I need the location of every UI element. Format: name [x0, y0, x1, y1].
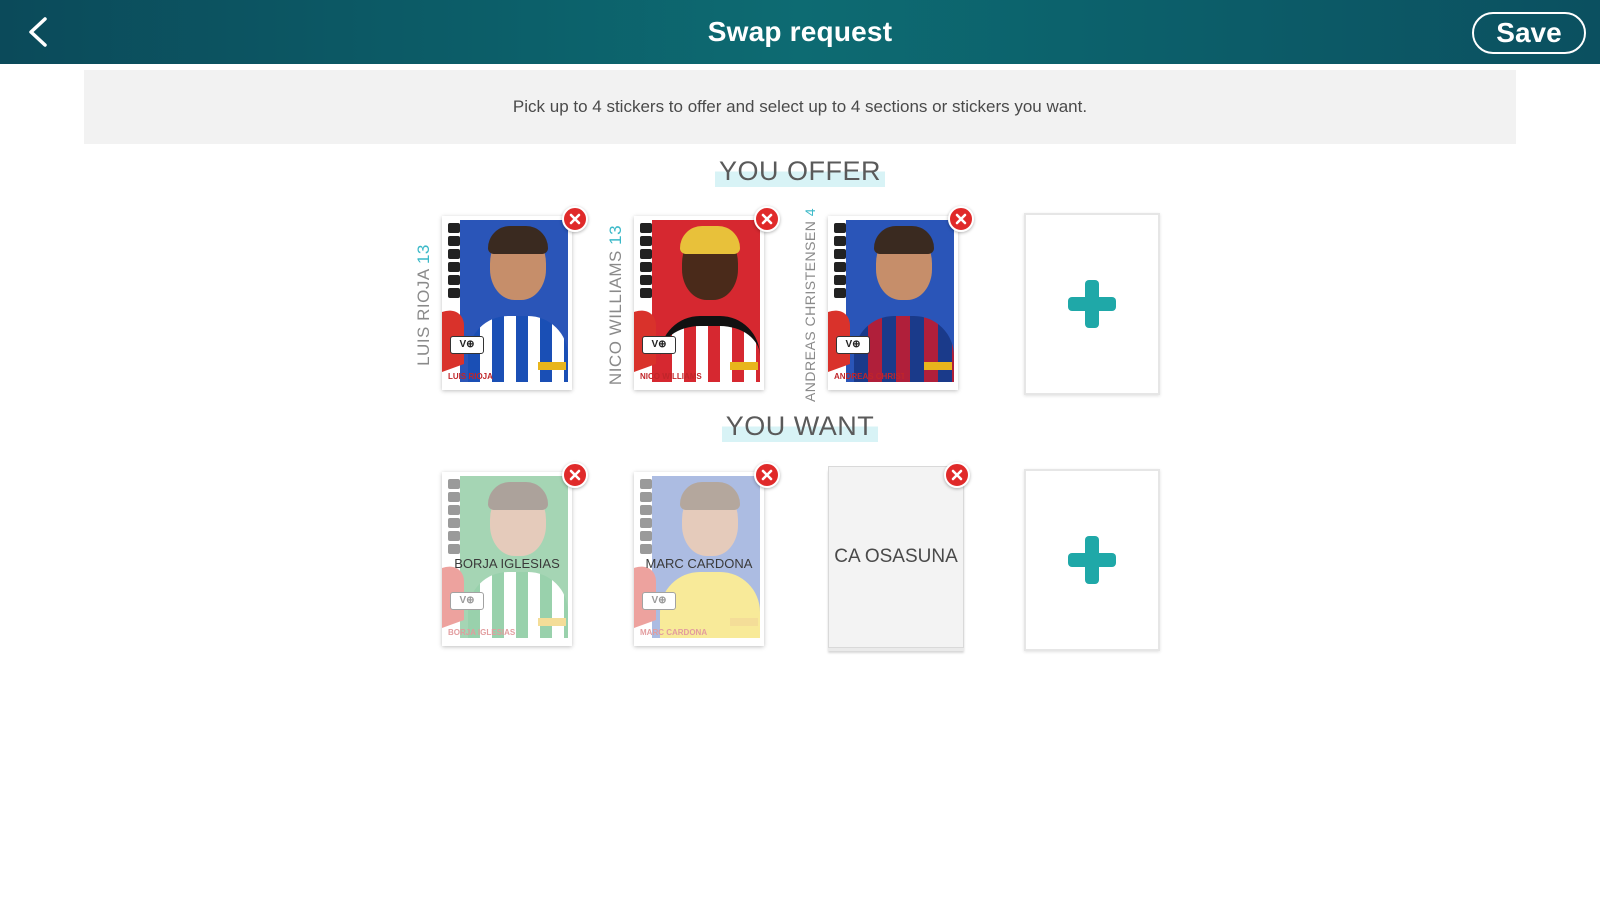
want-section-heading: YOU WANT	[0, 411, 1600, 442]
want-section-slot[interactable]: CA OSASUNA	[828, 462, 970, 648]
sticker-badge	[730, 618, 758, 626]
close-icon	[951, 469, 963, 481]
remove-wanted-button[interactable]	[944, 462, 970, 488]
want-section-label: YOU WANT	[721, 411, 879, 442]
close-icon	[761, 469, 773, 481]
sticker-number: 4	[802, 207, 819, 217]
section-card[interactable]: CA OSASUNA	[828, 466, 964, 648]
sticker-nameplate: LUIS RIOJA	[448, 372, 493, 381]
remove-wanted-button[interactable]	[562, 462, 588, 488]
sticker-badge	[538, 362, 566, 370]
close-icon	[761, 213, 773, 225]
sticker-side-label: NICO WILLIAMS 13	[604, 220, 628, 390]
offer-section-label: YOU OFFER	[714, 156, 885, 187]
section-name: CA OSASUNA	[834, 546, 958, 567]
remove-sticker-button[interactable]	[562, 206, 588, 232]
sticker-nameplate: ANDREAS CHRISTENSEN	[834, 372, 904, 381]
sticker-nameplate: MARC CARDONA	[640, 628, 708, 637]
sticker-player-name: NICO WILLIAMS	[606, 250, 625, 386]
league-logo-icon: V⊕	[836, 336, 870, 354]
plus-icon	[1068, 536, 1116, 584]
sticker-card[interactable]: V⊕ MARC CARDONA MARC CARDONA	[634, 472, 764, 646]
wanted-sticker-name: BORJA IGLESIAS	[454, 556, 560, 571]
add-offer-sticker-button[interactable]	[1024, 213, 1160, 395]
top-app-bar: Swap request Save	[0, 0, 1600, 64]
sticker-badge	[538, 618, 566, 626]
sticker-number: 13	[606, 224, 625, 245]
sticker-card[interactable]: V⊕ LUIS RIOJA	[442, 216, 572, 390]
player-hair	[680, 226, 740, 254]
sticker-player-name: LUIS RIOJA	[414, 269, 434, 366]
save-button[interactable]: Save	[1472, 12, 1586, 54]
league-logo-icon: V⊕	[642, 336, 676, 354]
sticker-card[interactable]: V⊕ NICO WILLIAMS	[634, 216, 764, 390]
want-sticker-slot[interactable]: V⊕ BORJA IGLESIAS BORJA IGLESIAS	[442, 462, 588, 648]
back-button[interactable]	[18, 12, 58, 52]
sticker-player-name: ANDREAS CHRISTENSEN	[802, 220, 819, 403]
sticker-side-label: ANDREAS CHRISTENSEN 4	[798, 208, 822, 402]
close-icon	[569, 469, 581, 481]
league-logo-icon: V⊕	[450, 336, 484, 354]
player-hair	[874, 226, 934, 254]
offer-sticker-slot[interactable]: NICO WILLIAMS 13 V⊕ NICO WILLIAMS	[606, 206, 780, 392]
remove-sticker-button[interactable]	[948, 206, 974, 232]
instructions-text: Pick up to 4 stickers to offer and selec…	[512, 97, 1088, 116]
sticker-nameplate: BORJA IGLESIAS	[448, 628, 516, 637]
sticker-card[interactable]: V⊕ ANDREAS CHRISTENSEN	[828, 216, 958, 390]
offer-section-heading: YOU OFFER	[0, 156, 1600, 187]
sticker-nameplate: NICO WILLIAMS	[640, 372, 702, 381]
add-wanted-item-button[interactable]	[1024, 469, 1160, 651]
remove-wanted-button[interactable]	[754, 462, 780, 488]
league-logo-icon: V⊕	[450, 592, 484, 610]
wanted-sticker-name: MARC CARDONA	[645, 556, 753, 571]
sticker-badge	[924, 362, 952, 370]
plus-icon	[1068, 280, 1116, 328]
offer-sticker-slot[interactable]: LUIS RIOJA 13 V⊕ LUIS RIOJA	[414, 206, 588, 392]
chevron-left-icon	[29, 17, 47, 47]
player-hair	[488, 482, 548, 510]
close-icon	[955, 213, 967, 225]
sticker-side-label: LUIS RIOJA 13	[412, 220, 436, 390]
want-sticker-slot[interactable]: V⊕ MARC CARDONA MARC CARDONA	[634, 462, 780, 648]
close-icon	[569, 213, 581, 225]
remove-sticker-button[interactable]	[754, 206, 780, 232]
sticker-number: 13	[414, 244, 434, 265]
offer-sticker-slot[interactable]: ANDREAS CHRISTENSEN 4 V⊕ ANDREAS CHRISTE…	[802, 206, 974, 402]
player-hair	[680, 482, 740, 510]
sticker-badge	[730, 362, 758, 370]
league-logo-icon: V⊕	[642, 592, 676, 610]
instructions-banner: Pick up to 4 stickers to offer and selec…	[84, 70, 1516, 144]
player-hair	[488, 226, 548, 254]
sticker-card[interactable]: V⊕ BORJA IGLESIAS BORJA IGLESIAS	[442, 472, 572, 646]
page-title: Swap request	[707, 16, 893, 47]
